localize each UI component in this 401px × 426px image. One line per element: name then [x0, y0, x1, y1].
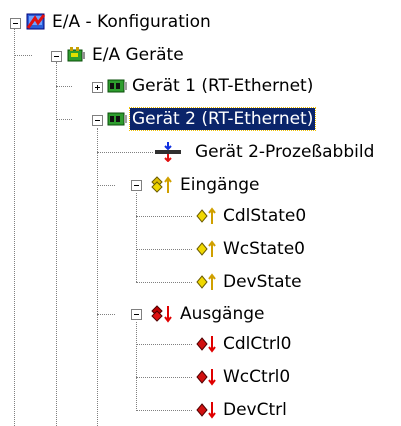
- collapse-toggle-inputs[interactable]: [131, 180, 142, 191]
- output-variable-icon: [196, 369, 216, 386]
- output-variable-icon: [196, 336, 216, 353]
- tree-item-label: E/A Geräte: [92, 45, 184, 65]
- network-card-icon: [107, 79, 127, 93]
- tree-item-label: CdlState0: [223, 206, 307, 226]
- tree-connector: [136, 193, 137, 282]
- tree-connector: [136, 282, 192, 283]
- tree-connector: [136, 344, 192, 345]
- input-variable-icon: [196, 207, 216, 224]
- collapse-toggle-devices[interactable]: [51, 51, 62, 62]
- tree-item-label: WcCtrl0: [223, 367, 291, 387]
- tree-connector: [56, 62, 57, 426]
- tree-connector: [56, 86, 72, 87]
- collapse-toggle-root[interactable]: [10, 18, 21, 29]
- input-group-icon: [151, 176, 172, 193]
- input-variable-icon: [196, 273, 216, 290]
- tree-connector: [97, 185, 115, 186]
- tree-item-label: Ausgänge: [180, 304, 265, 324]
- io-config-icon: [26, 13, 46, 30]
- output-group-icon: [151, 305, 172, 323]
- expand-toggle-device1[interactable]: [92, 82, 103, 93]
- tree-connector: [136, 216, 192, 217]
- io-configuration-tree: E/A - Konfiguration E/A Geräte Gerät 1 (…: [0, 0, 401, 426]
- tree-item-label: CdlCtrl0: [223, 334, 292, 354]
- tree-item-label: Eingänge: [180, 175, 260, 195]
- tree-item-label: E/A - Konfiguration: [52, 12, 211, 32]
- output-variable-icon: [196, 402, 216, 419]
- input-variable-icon: [196, 240, 216, 257]
- collapse-toggle-outputs[interactable]: [131, 309, 142, 320]
- tree-connector: [14, 55, 32, 56]
- collapse-toggle-device2[interactable]: [92, 115, 103, 126]
- tree-connector: [136, 377, 192, 378]
- process-image-icon: [155, 142, 181, 162]
- tree-item-label: Gerät 2-Prozeßabbild: [195, 142, 375, 162]
- tree-item-label-selected: Gerät 2 (RT-Ethernet): [128, 107, 317, 131]
- tree-connector: [97, 314, 115, 315]
- tree-item-label: Gerät 1 (RT-Ethernet): [132, 76, 314, 96]
- tree-connector: [56, 119, 72, 120]
- tree-connector: [97, 128, 98, 426]
- tree-connector: [136, 249, 192, 250]
- tree-item-label: DevState: [223, 272, 302, 292]
- tree-item-label: DevCtrl: [223, 400, 287, 420]
- tree-item-label: WcState0: [223, 239, 305, 259]
- tree-connector: [14, 28, 15, 426]
- network-card-icon: [107, 112, 127, 126]
- tree-connector: [136, 410, 192, 411]
- tree-connector: [97, 152, 153, 153]
- io-devices-icon: [67, 47, 85, 62]
- tree-connector: [136, 322, 137, 411]
